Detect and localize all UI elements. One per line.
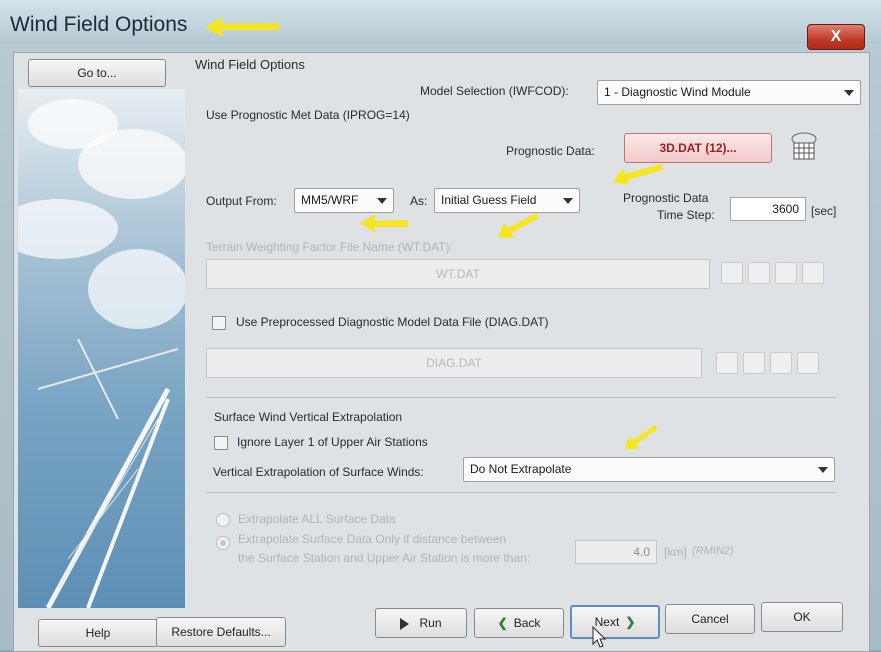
radio-distance-line2: the Surface Station and Upper Air Statio… (238, 551, 531, 565)
annotation-arrow-icon (498, 213, 539, 238)
vert-extrap-dropdown[interactable]: Do Not Extrapolate (463, 457, 835, 482)
annotation-arrow-icon (360, 214, 408, 233)
cancel-button[interactable]: Cancel (665, 604, 755, 634)
restore-label: Restore Defaults... (171, 625, 271, 639)
back-arrow-icon: ❮ (497, 616, 508, 630)
distance-value: 4.0 (633, 545, 650, 559)
as-dropdown[interactable]: Initial Guess Field (434, 188, 580, 213)
open-folder-icon[interactable] (797, 352, 819, 374)
terrain-label: Terrain Weighting Factor File Name (WT.D… (206, 240, 453, 254)
prognostic-section-label: Use Prognostic Met Data (IPROG=14) (206, 108, 410, 122)
chevron-down-icon (844, 89, 854, 96)
window-title: Wind Field Options (10, 13, 188, 36)
pencil-icon[interactable] (716, 352, 738, 374)
pencil-icon[interactable] (721, 262, 743, 284)
timestep-label-line1: Prognostic Data (623, 191, 709, 205)
chevron-down-icon (563, 197, 573, 204)
output-from-dropdown[interactable]: MM5/WRF (294, 188, 394, 213)
vert-extrap-label: Vertical Extrapolation of Surface Winds: (213, 465, 424, 479)
cursor-icon (592, 626, 606, 648)
as-label: As: (410, 194, 428, 208)
close-icon: X (830, 28, 842, 45)
refresh-icon[interactable] (748, 262, 770, 284)
prognostic-data-button-label: 3D.DAT (12)... (659, 141, 737, 155)
prognostic-data-label: Prognostic Data: (506, 144, 595, 158)
ok-label: OK (793, 610, 811, 624)
diag-checkbox-label: Use Preprocessed Diagnostic Model Data F… (236, 315, 549, 329)
diag-file-field[interactable]: DIAG.DAT (206, 348, 702, 378)
goto-button[interactable]: Go to... (28, 59, 166, 87)
model-selection-value: 1 - Diagnostic Wind Module (604, 85, 751, 99)
goto-label: Go to... (77, 66, 117, 80)
terrain-file-field[interactable]: WT.DAT (206, 259, 710, 289)
chevron-down-icon (818, 466, 828, 473)
divider (206, 492, 836, 493)
sidebar-image (18, 89, 185, 608)
run-label: Run (419, 616, 442, 630)
restore-defaults-button[interactable]: Restore Defaults... (156, 617, 286, 647)
distance-input[interactable]: 4.0 (575, 540, 657, 564)
model-selection-dropdown[interactable]: 1 - Diagnostic Wind Module (597, 80, 861, 105)
timestep-input[interactable]: 3600 (730, 197, 806, 221)
cancel-label: Cancel (691, 612, 729, 626)
radio-extrapolate-distance[interactable] (216, 536, 230, 550)
window: Wind Field Options X Go to... Wind Field… (0, 0, 881, 652)
annotation-arrow-icon (613, 164, 663, 185)
back-label: Back (513, 616, 541, 630)
grid-file-icon[interactable] (788, 131, 820, 161)
timestep-label-line2: Time Step: (657, 208, 715, 222)
title-bar: Wind Field Options X (0, 0, 881, 50)
as-value: Initial Guess Field (441, 193, 537, 207)
surface-section-label: Surface Wind Vertical Extrapolation (214, 410, 403, 424)
radio-distance-line1: Extrapolate Surface Data Only if distanc… (238, 532, 507, 546)
view-icon[interactable] (775, 262, 797, 284)
refresh-icon[interactable] (743, 352, 765, 374)
next-button[interactable]: Next ❯ (570, 605, 660, 639)
chevron-down-icon (377, 197, 387, 204)
vert-extrap-value: Do Not Extrapolate (470, 462, 572, 476)
radio-extrapolate-all[interactable] (216, 513, 230, 527)
open-folder-icon[interactable] (802, 262, 824, 284)
group-title: Wind Field Options (195, 57, 305, 72)
annotation-arrow-icon (205, 17, 279, 37)
diag-file-value: DIAG.DAT (426, 356, 482, 370)
timestep-unit: [sec] (811, 204, 837, 218)
ignore-layer-label: Ignore Layer 1 of Upper Air Stations (237, 435, 428, 449)
next-arrow-icon: ❯ (625, 615, 636, 629)
terrain-file-value: WT.DAT (436, 267, 480, 281)
output-from-label: Output From: (206, 194, 277, 208)
play-icon (400, 617, 410, 630)
close-button[interactable]: X (807, 24, 865, 50)
distance-var: (RMIN2) (692, 545, 734, 557)
model-selection-label: Model Selection (IWFCOD): (420, 84, 569, 98)
divider (206, 397, 836, 398)
help-button[interactable]: Help (38, 619, 158, 647)
annotation-arrow-icon (625, 425, 658, 449)
distance-unit: [km] (664, 545, 687, 559)
timestep-value: 3600 (772, 202, 799, 216)
prognostic-data-button[interactable]: 3D.DAT (12)... (624, 133, 772, 163)
diag-checkbox[interactable] (212, 316, 226, 330)
output-from-value: MM5/WRF (301, 193, 359, 207)
radio-extrapolate-all-label: Extrapolate ALL Surface Data (238, 512, 396, 526)
help-label: Help (85, 626, 111, 640)
back-button[interactable]: ❮ Back (474, 608, 564, 638)
ignore-layer-checkbox[interactable] (214, 436, 228, 450)
run-button[interactable]: Run (375, 608, 467, 638)
view-icon[interactable] (770, 352, 792, 374)
ok-button[interactable]: OK (761, 602, 843, 632)
